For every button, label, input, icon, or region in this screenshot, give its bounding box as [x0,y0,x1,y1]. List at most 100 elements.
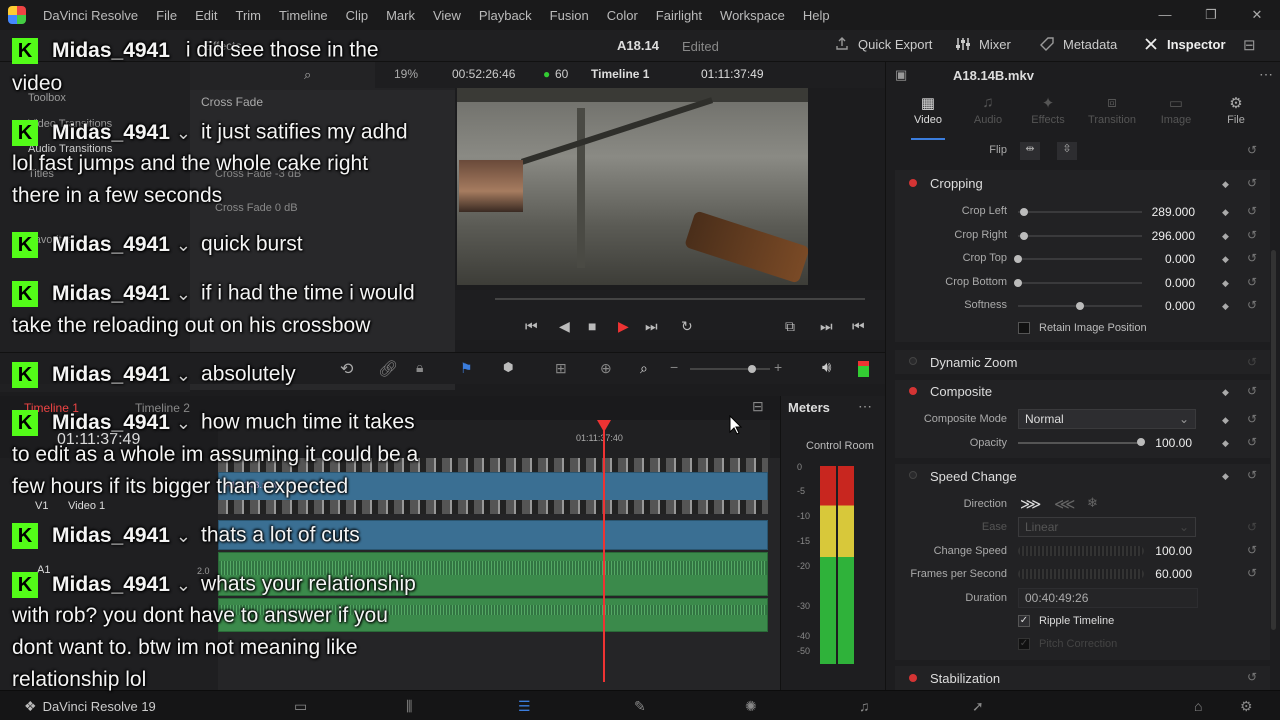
flag-icon[interactable]: ⚑ [460,360,473,377]
timeline-name[interactable]: Timeline 1 [591,67,649,81]
crop-param-slider[interactable] [1018,258,1142,260]
menu-clip[interactable]: Clip [337,8,377,23]
crop-param-value[interactable]: 0.000 [1135,276,1195,290]
track-v1-name[interactable]: Video 1 [68,500,105,512]
opacity-value[interactable]: 100.00 [1132,436,1192,450]
cropping-title[interactable]: Cropping [930,176,983,191]
crop-param-knob[interactable] [1014,279,1022,287]
speed-change-title[interactable]: Speed Change [930,469,1017,484]
tab-file[interactable]: ⚙ File [1204,94,1268,126]
reset-icon[interactable]: ↺ [1247,204,1257,218]
reset-icon[interactable]: ↺ [1247,543,1257,557]
fullscreen-icon[interactable]: ⊟ [1243,36,1256,54]
tab-transition[interactable]: ⧈ Transition [1080,94,1144,126]
flip-horizontal-button[interactable]: ⇹ [1020,142,1040,160]
pitch-correction-checkbox[interactable]: ✓ [1018,638,1030,650]
keyframe-icon[interactable]: ◆ [1222,278,1229,289]
timeline-view-options-icon[interactable]: ⊟ [752,398,764,415]
menu-workspace[interactable]: Workspace [711,8,794,23]
tab-video[interactable]: ▦ Video [896,94,960,126]
speed-change-toggle[interactable] [909,471,917,479]
dynamic-zoom-toggle[interactable] [909,357,917,365]
keyframe-icon[interactable]: ◆ [1222,438,1229,449]
dynamic-zoom-title[interactable]: Dynamic Zoom [930,355,1017,370]
crop-param-value[interactable]: 0.000 [1135,252,1195,266]
ease-dropdown[interactable]: Linear ⌄ [1018,517,1196,537]
keyframe-icon[interactable]: ◆ [1222,301,1229,312]
effect-item[interactable]: Cross Fade 0 dB [215,202,298,214]
home-icon[interactable]: ⌂ [1194,698,1202,714]
jump-to-start-icon[interactable]: ⏮ [525,318,538,335]
opacity-slider[interactable] [1018,442,1142,444]
zoom-out-icon[interactable]: − [670,359,678,375]
tab-image[interactable]: ▭ Image [1144,94,1208,126]
loop-icon[interactable]: ↻ [681,318,693,335]
deliver-page-icon[interactable]: ➚ [972,698,984,715]
menu-file[interactable]: File [147,8,186,23]
stop-icon[interactable]: ■ [588,318,596,334]
reset-icon[interactable]: ↺ [1247,435,1257,449]
composite-enable-toggle[interactable] [909,387,917,395]
reset-icon[interactable]: ↺ [1247,566,1257,580]
change-speed-value[interactable]: 100.00 [1132,544,1192,558]
crop-param-knob[interactable] [1020,208,1028,216]
crop-param-value[interactable]: 289.000 [1135,205,1195,219]
menu-help[interactable]: Help [794,8,839,23]
composite-mode-dropdown[interactable]: Normal ⌄ [1018,409,1196,429]
frames-per-second-slider[interactable] [1018,569,1144,579]
reset-icon[interactable]: ↺ [1247,412,1257,426]
quick-export-button[interactable]: Quick Export [834,36,932,52]
reset-icon[interactable]: ↺ [1247,298,1257,312]
keyframe-icon[interactable]: ◆ [1222,231,1229,242]
keyframe-icon[interactable]: ◆ [1222,179,1229,190]
play-icon[interactable]: ▶ [618,318,629,335]
play-reverse-icon[interactable]: ◀ [559,318,570,335]
jump-to-end-icon[interactable]: ⏭ [645,318,658,335]
crop-param-slider[interactable] [1018,235,1142,237]
crop-param-value[interactable]: 296.000 [1135,229,1195,243]
frames-per-second-value[interactable]: 60.000 [1132,567,1192,581]
tab-audio[interactable]: ♫ Audio [956,94,1020,126]
zoom-fit-icon[interactable]: ⊞ [555,360,567,377]
metadata-button[interactable]: Metadata [1039,36,1117,52]
search-icon[interactable]: ⌕ [304,67,311,83]
menu-davinci-resolve[interactable]: DaVinci Resolve [34,8,147,23]
reset-icon[interactable]: ↺ [1247,251,1257,265]
crop-param-knob[interactable] [1014,255,1022,263]
zoom-slider-knob[interactable] [748,365,756,373]
zoom-detail-icon[interactable]: ⊕ [600,360,612,377]
more-options-icon[interactable]: ⋯ [858,398,872,415]
duration-field[interactable]: 00:40:49:26 [1018,588,1198,608]
edit-page-icon[interactable]: ☰ [518,698,531,715]
close-button[interactable]: ✕ [1234,0,1280,30]
marker-icon[interactable]: ⬢ [503,360,513,374]
viewer-scrub-bar[interactable] [495,298,865,300]
ripple-timeline-checkbox[interactable]: ✓ [1018,615,1030,627]
cropping-enable-toggle[interactable] [909,179,917,187]
stabilization-title[interactable]: Stabilization [930,671,1000,686]
snap-icon[interactable]: ⟲ [340,359,353,379]
flip-vertical-button[interactable]: ⇳ [1057,142,1077,160]
reset-icon[interactable]: ↺ [1247,143,1257,157]
crop-param-slider[interactable] [1018,211,1142,213]
keyframe-icon[interactable]: ◆ [1222,471,1229,482]
color-page-icon[interactable]: ✺ [745,698,757,715]
more-options-icon[interactable]: ⋯ [1259,66,1273,83]
prev-edit-icon[interactable]: ⏮ [852,318,865,335]
menu-trim[interactable]: Trim [227,8,271,23]
zoom-custom-icon[interactable]: ⌕ [640,360,648,377]
zoom-in-icon[interactable]: + [774,359,782,375]
keyframe-icon[interactable]: ◆ [1222,415,1229,426]
link-icon[interactable]: 🔗︎ [378,359,398,379]
reset-icon[interactable]: ↺ [1247,355,1257,369]
menu-timeline[interactable]: Timeline [270,8,337,23]
change-speed-slider[interactable] [1018,546,1144,556]
keyframe-icon[interactable]: ◆ [1222,254,1229,265]
menu-color[interactable]: Color [598,8,647,23]
keyframe-icon[interactable]: ◆ [1222,387,1229,398]
volume-icon[interactable]: 🔊︎ [822,359,831,376]
tab-effects[interactable]: ✦ Effects [1016,94,1080,126]
inspector-button[interactable]: Inspector [1143,36,1226,52]
menu-view[interactable]: View [424,8,470,23]
stabilization-toggle[interactable] [909,674,917,682]
